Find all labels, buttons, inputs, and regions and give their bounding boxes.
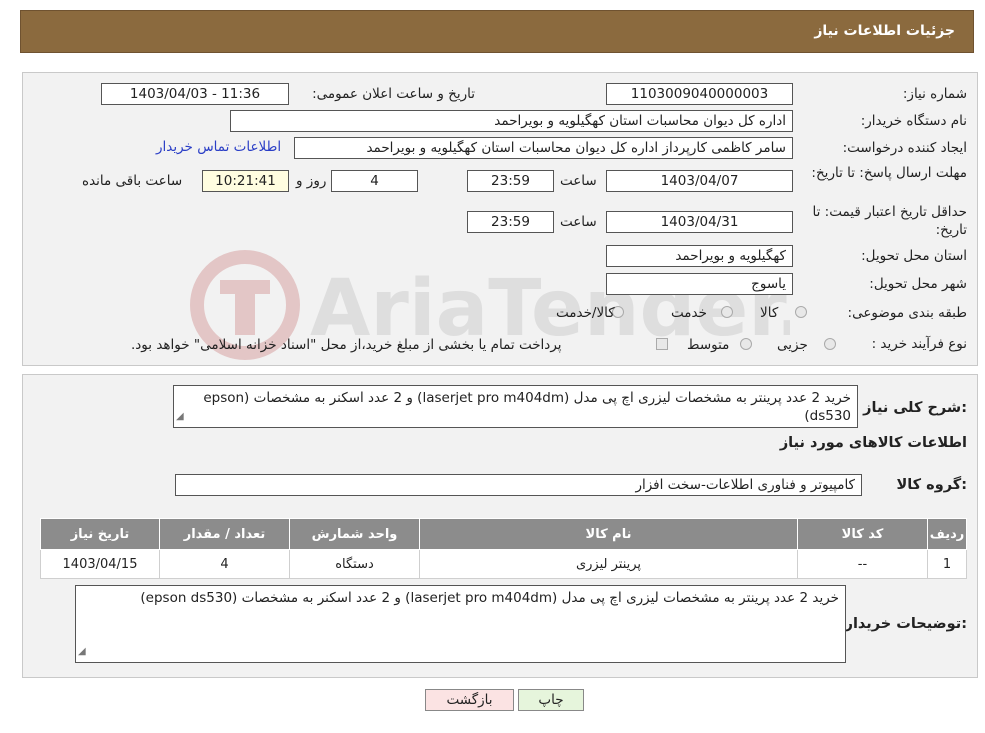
cell-name: پرینتر لیزری <box>419 549 798 579</box>
col-unit: واحد شمارش <box>289 518 420 550</box>
days-label: روز و <box>296 173 327 189</box>
need-description-text: خرید 2 عدد پرینتر به مشخصات لیزری اچ پی … <box>173 385 858 428</box>
validity-time-field: 23:59 <box>467 211 554 233</box>
cell-unit: دستگاه <box>289 549 420 579</box>
need-number-label: شماره نیاز: <box>902 86 967 102</box>
buyer-notes-label: توضیحات خریدار: <box>844 616 967 632</box>
col-need-date: تاریخ نیاز <box>40 518 160 550</box>
category-radio-service[interactable] <box>721 306 733 318</box>
goods-group-label: گروه کالا: <box>896 477 967 493</box>
goods-info-title: اطلاعات کالاهای مورد نیاز <box>779 435 967 451</box>
days-field: 4 <box>331 170 418 192</box>
buyer-org-label: نام دستگاه خریدار: <box>860 113 967 129</box>
validity-label: حداقل تاریخ اعتبار قیمت: تا تاریخ: <box>812 204 967 238</box>
table-header-row: ردیف کد کالا نام کالا واحد شمارش تعداد /… <box>40 518 967 550</box>
need-number-field: 1103009040000003 <box>606 83 793 105</box>
announce-label: تاریخ و ساعت اعلان عمومی: <box>312 86 475 102</box>
validity-date-field: 1403/04/31 <box>606 211 793 233</box>
purchase-type-label: نوع فرآیند خرید : <box>871 336 967 352</box>
purchase-option-medium: متوسط <box>687 337 730 353</box>
remaining-time-field: 10:21:41 <box>202 170 289 192</box>
col-quantity: تعداد / مقدار <box>159 518 290 550</box>
resize-grip-icon[interactable]: ◢ <box>78 643 86 661</box>
city-label: شهر محل تحویل: <box>869 276 967 292</box>
category-label: طبقه بندی موضوعی: <box>847 305 967 321</box>
buyer-notes-text: خرید 2 عدد پرینتر به مشخصات لیزری اچ پی … <box>75 585 846 663</box>
resize-grip-icon[interactable]: ◢ <box>176 408 184 426</box>
back-button[interactable]: بازگشت <box>425 689 514 711</box>
cell-quantity: 4 <box>159 549 290 579</box>
category-option-goods: کالا <box>760 305 779 321</box>
col-code: کد کالا <box>797 518 928 550</box>
treasury-note: پرداخت تمام یا بخشی از مبلغ خرید،از محل … <box>131 337 562 353</box>
col-name: نام کالا <box>419 518 798 550</box>
city-field: یاسوج <box>606 273 793 295</box>
deadline-date-field: 1403/04/07 <box>606 170 793 192</box>
category-radio-goods[interactable] <box>795 306 807 318</box>
deadline-time-field: 23:59 <box>467 170 554 192</box>
announce-field: 1403/04/03 - 11:36 <box>101 83 289 105</box>
purchase-radio-medium[interactable] <box>740 338 752 350</box>
treasury-checkbox[interactable] <box>656 338 668 350</box>
goods-group-field: کامپیوتر و فناوری اطلاعات-سخت افزار <box>175 474 862 496</box>
creator-field: سامر کاظمی کارپرداز اداره کل دیوان محاسب… <box>294 137 793 159</box>
province-label: استان محل تحویل: <box>861 248 967 264</box>
category-option-service: خدمت <box>671 305 707 321</box>
table-row: 1 -- پرینتر لیزری دستگاه 4 1403/04/15 <box>40 549 967 579</box>
cell-need-date: 1403/04/15 <box>40 549 160 579</box>
purchase-radio-partial[interactable] <box>824 338 836 350</box>
print-button[interactable]: چاپ <box>518 689 584 711</box>
province-field: کهگیلویه و بویراحمد <box>606 245 793 267</box>
creator-label: ایجاد کننده درخواست: <box>842 140 967 156</box>
need-description-label: شرح کلی نیاز: <box>863 400 967 416</box>
buyer-contact-link[interactable]: اطلاعات تماس خریدار <box>156 139 281 155</box>
cell-row: 1 <box>927 549 967 579</box>
deadline-time-label: ساعت <box>560 173 597 189</box>
deadline-label: مهلت ارسال پاسخ: تا تاریخ: <box>811 165 967 181</box>
page-title: جزئیات اطلاعات نیاز <box>814 23 955 39</box>
need-description-value: خرید 2 عدد پرینتر به مشخصات لیزری اچ پی … <box>203 390 851 424</box>
page-header: جزئیات اطلاعات نیاز <box>20 10 974 53</box>
category-option-goods-service: کالا/خدمت <box>556 305 615 321</box>
purchase-option-partial: جزیی <box>777 337 808 353</box>
buyer-notes-value: خرید 2 عدد پرینتر به مشخصات لیزری اچ پی … <box>140 590 839 606</box>
buyer-org-field: اداره کل دیوان محاسبات استان کهگیلویه و … <box>230 110 793 132</box>
goods-table: ردیف کد کالا نام کالا واحد شمارش تعداد /… <box>40 518 967 579</box>
validity-time-label: ساعت <box>560 214 597 230</box>
col-row: ردیف <box>927 518 967 550</box>
cell-code: -- <box>797 549 928 579</box>
remaining-label: ساعت باقی مانده <box>82 173 183 189</box>
